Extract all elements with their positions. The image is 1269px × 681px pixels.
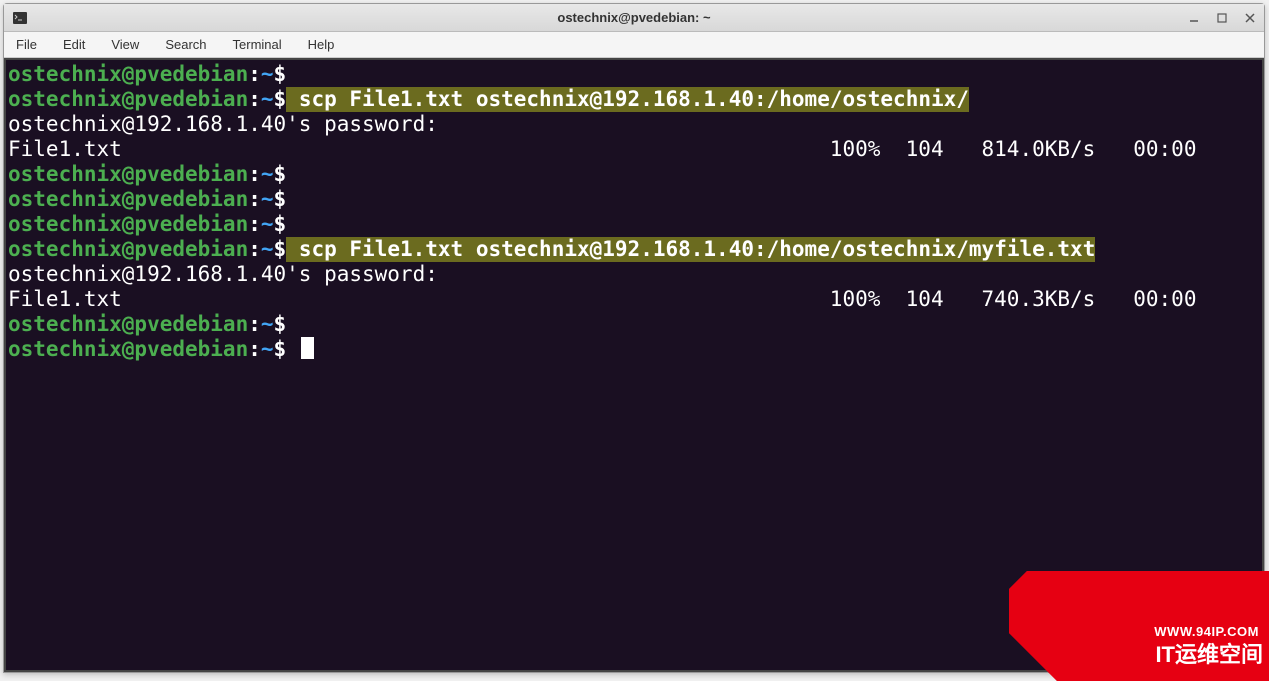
- prompt-path: ~: [261, 237, 274, 262]
- terminal-app-icon: [12, 10, 28, 26]
- command-text: scp File1.txt ostechnix@192.168.1.40:/ho…: [286, 237, 1095, 262]
- prompt-path: ~: [261, 62, 274, 87]
- prompt-symbol: $: [274, 87, 287, 112]
- prompt-path: ~: [261, 162, 274, 187]
- prompt-symbol: $: [274, 237, 287, 262]
- prompt-colon: :: [248, 62, 261, 87]
- menu-search[interactable]: Search: [161, 35, 210, 54]
- prompt-path: ~: [261, 312, 274, 337]
- prompt-user: ostechnix@pvedebian: [8, 187, 248, 212]
- prompt-colon: :: [248, 337, 261, 362]
- prompt-symbol: $: [274, 312, 287, 337]
- maximize-button[interactable]: [1214, 10, 1230, 26]
- output-text: ostechnix@192.168.1.40's password:: [8, 262, 451, 287]
- menubar: File Edit View Search Terminal Help: [4, 32, 1264, 58]
- prompt-symbol: $: [274, 337, 287, 362]
- menu-view[interactable]: View: [107, 35, 143, 54]
- prompt-path: ~: [261, 187, 274, 212]
- menu-file[interactable]: File: [12, 35, 41, 54]
- terminal-line: ostechnix@pvedebian:~$ scp File1.txt ost…: [8, 87, 1260, 112]
- prompt-symbol: $: [274, 62, 287, 87]
- window-title: ostechnix@pvedebian: ~: [557, 10, 710, 25]
- output-filename: File1.txt: [8, 287, 122, 312]
- terminal-line: ostechnix@pvedebian:~$: [8, 312, 1260, 337]
- terminal-window: ostechnix@pvedebian: ~ File Edit View Se…: [3, 3, 1265, 673]
- cursor: [301, 337, 314, 359]
- menu-terminal[interactable]: Terminal: [229, 35, 286, 54]
- terminal-line: ostechnix@192.168.1.40's password:: [8, 112, 1260, 137]
- prompt-colon: :: [248, 237, 261, 262]
- prompt-symbol: $: [274, 162, 287, 187]
- minimize-button[interactable]: [1186, 10, 1202, 26]
- terminal-line: ostechnix@pvedebian:~$: [8, 162, 1260, 187]
- menu-help[interactable]: Help: [304, 35, 339, 54]
- titlebar[interactable]: ostechnix@pvedebian: ~: [4, 4, 1264, 32]
- prompt-user: ostechnix@pvedebian: [8, 62, 248, 87]
- prompt-colon: :: [248, 162, 261, 187]
- prompt-path: ~: [261, 337, 274, 362]
- terminal-line: ostechnix@pvedebian:~$: [8, 187, 1260, 212]
- terminal-line: File1.txt 100% 104 740.3KB/s 00:00: [8, 287, 1260, 312]
- prompt-path: ~: [261, 212, 274, 237]
- prompt-user: ostechnix@pvedebian: [8, 337, 248, 362]
- command-text: scp File1.txt ostechnix@192.168.1.40:/ho…: [286, 87, 969, 112]
- prompt-colon: :: [248, 212, 261, 237]
- output-text: ostechnix@192.168.1.40's password:: [8, 112, 451, 137]
- terminal-line: File1.txt 100% 104 814.0KB/s 00:00: [8, 137, 1260, 162]
- terminal-line: ostechnix@pvedebian:~$ scp File1.txt ost…: [8, 237, 1260, 262]
- terminal-line: ostechnix@pvedebian:~$: [8, 62, 1260, 87]
- prompt-colon: :: [248, 187, 261, 212]
- prompt-symbol: $: [274, 187, 287, 212]
- output-stats: 100% 104 814.0KB/s 00:00: [122, 137, 1260, 162]
- output-stats: 100% 104 740.3KB/s 00:00: [122, 287, 1260, 312]
- prompt-user: ostechnix@pvedebian: [8, 212, 248, 237]
- prompt-path: ~: [261, 87, 274, 112]
- output-filename: File1.txt: [8, 137, 122, 162]
- terminal-line: ostechnix@192.168.1.40's password:: [8, 262, 1260, 287]
- prompt-user: ostechnix@pvedebian: [8, 312, 248, 337]
- prompt-colon: :: [248, 312, 261, 337]
- prompt-symbol: $: [274, 212, 287, 237]
- terminal-body[interactable]: ostechnix@pvedebian:~$ ostechnix@pvedebi…: [4, 58, 1264, 672]
- terminal-line: ostechnix@pvedebian:~$: [8, 337, 1260, 362]
- prompt-user: ostechnix@pvedebian: [8, 162, 248, 187]
- close-button[interactable]: [1242, 10, 1258, 26]
- window-controls: [1186, 10, 1258, 26]
- prompt-user: ostechnix@pvedebian: [8, 237, 248, 262]
- menu-edit[interactable]: Edit: [59, 35, 89, 54]
- prompt-user: ostechnix@pvedebian: [8, 87, 248, 112]
- prompt-colon: :: [248, 87, 261, 112]
- terminal-line: ostechnix@pvedebian:~$: [8, 212, 1260, 237]
